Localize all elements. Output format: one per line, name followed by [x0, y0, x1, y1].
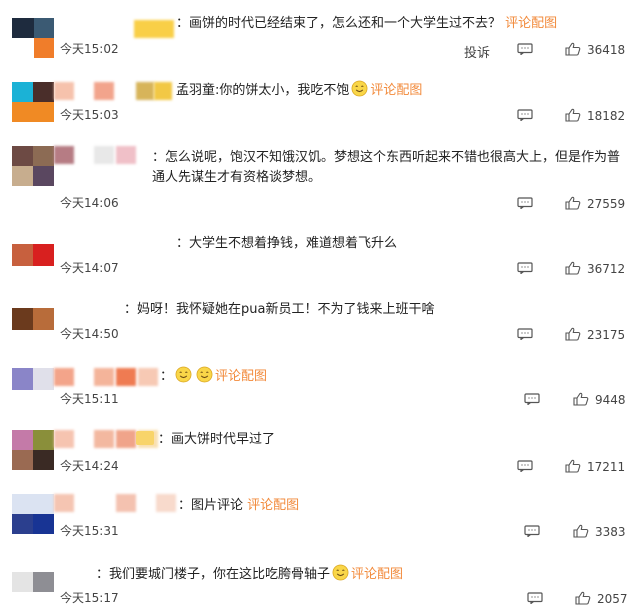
like-button[interactable]: 3383: [573, 524, 626, 539]
like-count: 36712: [587, 262, 626, 276]
comment-text: ：图片评论 评论配图: [178, 498, 300, 513]
username-blurred[interactable]: [54, 146, 150, 164]
thumb-up-icon: [565, 108, 581, 122]
reply-icon[interactable]: [517, 109, 533, 121]
comment-item: ：怎么说呢，饱汉不知饿汉饥。梦想这个东西听起来不错也很高大上，但是作为普通人先谋…: [0, 142, 640, 218]
comment-item: 孟羽童:你的饼太小，我吃不饱 评论配图 今天15:03 18182: [0, 74, 640, 138]
reply-icon[interactable]: [524, 525, 540, 537]
like-button[interactable]: 17211: [565, 459, 625, 474]
report-button[interactable]: 投诉: [464, 42, 490, 61]
thumb-up-icon: [573, 392, 589, 406]
thumb-up-icon: [573, 524, 589, 538]
blurred-label: [136, 431, 154, 445]
like-button[interactable]: 36418: [565, 42, 625, 57]
avatar[interactable]: [12, 146, 54, 186]
thumb-up-icon: [565, 42, 581, 56]
comment-item: ：我们要城门楼子，你在这比吃胯骨轴子 评论配图 今天15:17 2057: [0, 556, 640, 614]
avatar[interactable]: [12, 82, 54, 122]
comment-text: ：画大饼时代早过了: [136, 430, 275, 450]
like-button[interactable]: 18182: [565, 108, 625, 123]
comment-image-link[interactable]: 评论配图: [351, 567, 403, 582]
reply-icon[interactable]: [517, 328, 533, 340]
username-blurred[interactable]: [54, 82, 172, 100]
smile-emoji-icon: [351, 80, 368, 97]
thumb-up-icon: [565, 327, 581, 341]
username-blurred[interactable]: [54, 494, 176, 512]
like-button[interactable]: 23175: [565, 327, 625, 342]
comment-time: 今天14:07: [60, 261, 119, 275]
comment-text: ：评论配图: [160, 366, 267, 387]
comment-time: 今天14:24: [60, 459, 119, 473]
comment-item: ：画大饼时代早过了 今天14:24 17211: [0, 424, 640, 488]
comment-text: ：大学生不想着挣钱，难道想着飞升么: [176, 236, 398, 251]
username-blurred[interactable]: [54, 368, 158, 386]
comment-time: 今天14:50: [60, 327, 119, 341]
like-count: 18182: [587, 109, 626, 123]
comment-item: ：画饼的时代已经结束了，怎么还和一个大学生过不去？ 评论配图 今天15:02 投…: [0, 10, 640, 74]
comment-image-link[interactable]: 评论配图: [215, 369, 267, 384]
smile-emoji-icon: [196, 366, 213, 383]
comment-time: 今天15:11: [60, 392, 119, 406]
avatar[interactable]: [12, 494, 54, 534]
comment-image-link[interactable]: 评论配图: [505, 16, 557, 31]
comment-item: ：评论配图 今天15:11 9448: [0, 360, 640, 424]
thumb-up-icon: [565, 459, 581, 473]
avatar[interactable]: [12, 18, 54, 58]
comment-item: ：图片评论 评论配图 今天15:31 3383: [0, 490, 640, 554]
comment-text: 孟羽童:你的饼太小，我吃不饱 评论配图: [176, 80, 422, 101]
avatar[interactable]: [12, 244, 54, 266]
reply-icon[interactable]: [527, 592, 543, 604]
like-count: 36418: [587, 43, 626, 57]
avatar[interactable]: [12, 368, 54, 390]
reply-icon[interactable]: [517, 262, 533, 274]
avatar[interactable]: [12, 572, 54, 592]
like-count: 17211: [587, 460, 626, 474]
reply-icon[interactable]: [524, 393, 540, 405]
comment-item: ：妈呀！我怀疑她在pua新员工！不为了钱来上班干啥 今天14:50 23175: [0, 292, 640, 356]
like-count: 23175: [587, 328, 626, 342]
comment-text: ：画饼的时代已经结束了，怎么还和一个大学生过不去？ 评论配图: [176, 16, 558, 31]
like-count: 3383: [595, 525, 626, 539]
like-button[interactable]: 2057: [575, 591, 628, 606]
comment-text: ：怎么说呢，饱汉不知饿汉饥。梦想这个东西听起来不错也很高大上，但是作为普通人先谋…: [152, 150, 621, 185]
comment-text: ：我们要城门楼子，你在这比吃胯骨轴子 评论配图: [96, 564, 403, 585]
comment-item: ：大学生不想着挣钱，难道想着飞升么 今天14:07 36712: [0, 226, 640, 290]
reply-icon[interactable]: [517, 460, 533, 472]
smile-emoji-icon: [332, 564, 349, 581]
reply-icon[interactable]: [517, 43, 533, 55]
like-count: 27559: [587, 197, 626, 211]
comment-time: 今天14:06: [60, 196, 119, 210]
like-count: 2057: [597, 592, 628, 606]
comment-time: 今天15:03: [60, 108, 119, 122]
comment-time: 今天15:31: [60, 524, 119, 538]
smile-emoji-icon: [175, 366, 192, 383]
username-blurred[interactable]: [134, 20, 174, 38]
comment-text: ：妈呀！我怀疑她在pua新员工！不为了钱来上班干啥: [124, 302, 435, 317]
like-button[interactable]: 27559: [565, 196, 625, 211]
reply-icon[interactable]: [517, 197, 533, 209]
comment-image-link[interactable]: 评论配图: [370, 83, 422, 98]
thumb-up-icon: [565, 261, 581, 275]
like-button[interactable]: 9448: [573, 392, 626, 407]
thumb-up-icon: [575, 591, 591, 605]
comment-image-link[interactable]: 评论配图: [247, 498, 299, 513]
avatar[interactable]: [12, 308, 54, 330]
comment-time: 今天15:17: [60, 591, 119, 605]
like-button[interactable]: 36712: [565, 261, 625, 276]
like-count: 9448: [595, 393, 626, 407]
thumb-up-icon: [565, 196, 581, 210]
avatar[interactable]: [12, 430, 54, 470]
comment-time: 今天15:02: [60, 42, 119, 56]
